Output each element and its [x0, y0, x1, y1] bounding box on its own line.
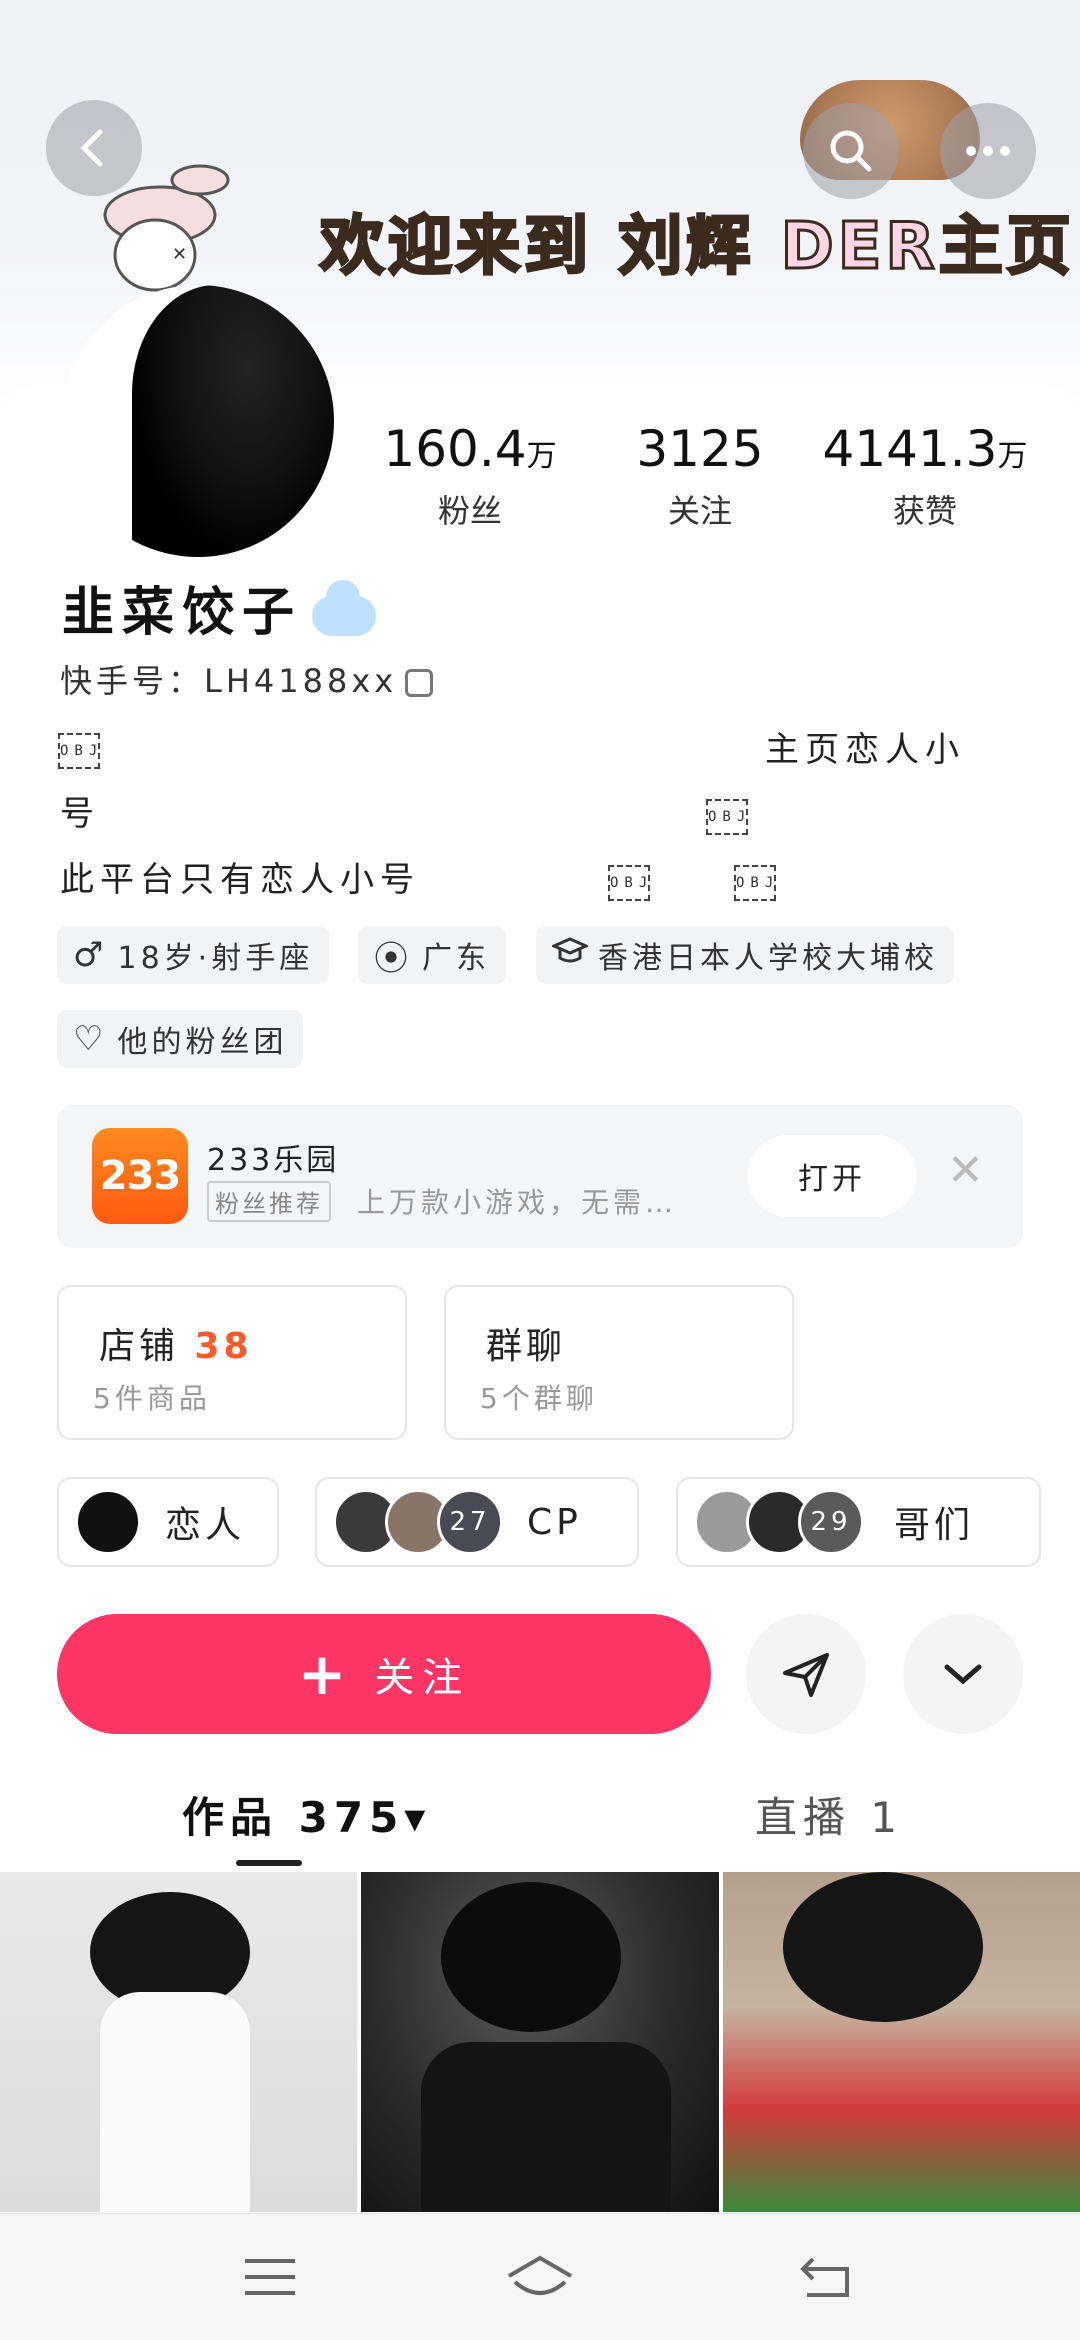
bio-line3: 此平台只有恋人小号 — [60, 860, 420, 900]
ad-description: 上万款小游戏，无需… — [357, 1186, 678, 1219]
tab-works[interactable]: 作品 375▾ — [182, 1784, 431, 1845]
search-icon — [830, 130, 872, 172]
heart-icon: ♡ — [73, 1019, 108, 1059]
tab-live[interactable]: 直播 1 — [755, 1784, 903, 1845]
nickname: 韭菜饺子 — [62, 570, 377, 645]
close-icon[interactable]: ✕ — [947, 1145, 984, 1196]
bio-obj: OBJ — [58, 724, 100, 769]
back-button[interactable] — [46, 100, 142, 196]
bio-line1: 主页恋人小 — [765, 730, 965, 770]
system-nav-bar — [0, 2213, 1080, 2340]
kuaishou-id: 快手号：LH4188xx — [60, 656, 434, 702]
banner-title: 欢迎来到 刘辉 DER主页 — [319, 209, 1075, 286]
more-button[interactable] — [940, 103, 1036, 199]
location-icon: ⦿ — [374, 938, 412, 979]
relation-lover[interactable]: 恋人 — [57, 1477, 279, 1567]
group-chat-card[interactable]: 群聊 5个群聊 — [444, 1285, 794, 1440]
tag-school[interactable]: 香港日本人学校大埔校 — [536, 926, 954, 984]
expand-button[interactable] — [903, 1614, 1023, 1734]
more-dots-icon — [966, 146, 1010, 156]
video-thumbnail[interactable] — [0, 1872, 358, 2212]
video-thumbnail[interactable] — [361, 1872, 719, 2212]
bio-obj: OBJ — [734, 856, 776, 901]
caret-down-icon: ▾ — [404, 1793, 432, 1842]
avatar: 29 — [798, 1489, 864, 1555]
ad-title: 233乐园 — [207, 1143, 340, 1178]
video-thumbnail[interactable] — [722, 1872, 1080, 2212]
menu-icon[interactable] — [230, 2242, 310, 2312]
tag-fan-club[interactable]: ♡ 他的粉丝团 — [57, 1010, 304, 1068]
content-tabs: 作品 375▾ 直播 1 — [0, 1780, 1080, 1870]
share-button[interactable] — [746, 1614, 866, 1734]
school-icon — [550, 935, 590, 975]
bio-line2: 号 — [60, 794, 100, 834]
tag-age[interactable]: ♂ 18岁·射手座 — [57, 926, 330, 984]
stat-likes[interactable]: 4141.3万 获赞 — [815, 420, 1035, 532]
tag-location[interactable]: ⦿ 广东 — [358, 926, 506, 984]
male-icon: ♂ — [73, 935, 108, 975]
avatar[interactable] — [62, 285, 334, 557]
follow-button[interactable]: + 关注 — [57, 1614, 711, 1734]
bio-obj: OBJ — [608, 856, 650, 901]
search-button[interactable] — [803, 103, 899, 199]
chevron-left-icon — [80, 129, 103, 167]
cloud-icon — [312, 580, 377, 636]
shop-card[interactable]: 店铺 38 5件商品 — [57, 1285, 407, 1440]
avatar — [75, 1489, 141, 1555]
tab-indicator — [236, 1860, 302, 1866]
relation-bros[interactable]: 29 哥们 — [676, 1477, 1041, 1567]
works-grid — [0, 1872, 1080, 2212]
relation-cp[interactable]: 27 CP — [315, 1477, 639, 1567]
ad-open-button[interactable]: 打开 — [747, 1135, 917, 1217]
send-icon — [783, 1653, 829, 1697]
avatar: 27 — [437, 1489, 503, 1555]
plus-icon: + — [297, 1640, 355, 1708]
bio-obj: OBJ — [706, 790, 748, 835]
back-nav-icon[interactable] — [785, 2242, 865, 2312]
home-icon[interactable] — [500, 2242, 580, 2312]
app-233-logo-icon: 233 — [92, 1128, 188, 1224]
stat-fans[interactable]: 160.4万 粉丝 — [360, 420, 580, 532]
stat-following[interactable]: 3125 关注 — [590, 420, 810, 532]
ad-banner[interactable]: 233 233乐园 粉丝推荐 上万款小游戏，无需… 打开 ✕ — [57, 1105, 1023, 1248]
svg-text:✕: ✕ — [172, 244, 187, 265]
chevron-down-icon — [944, 1664, 982, 1685]
copy-icon[interactable] — [405, 669, 434, 697]
ad-badge: 粉丝推荐 — [207, 1181, 331, 1222]
